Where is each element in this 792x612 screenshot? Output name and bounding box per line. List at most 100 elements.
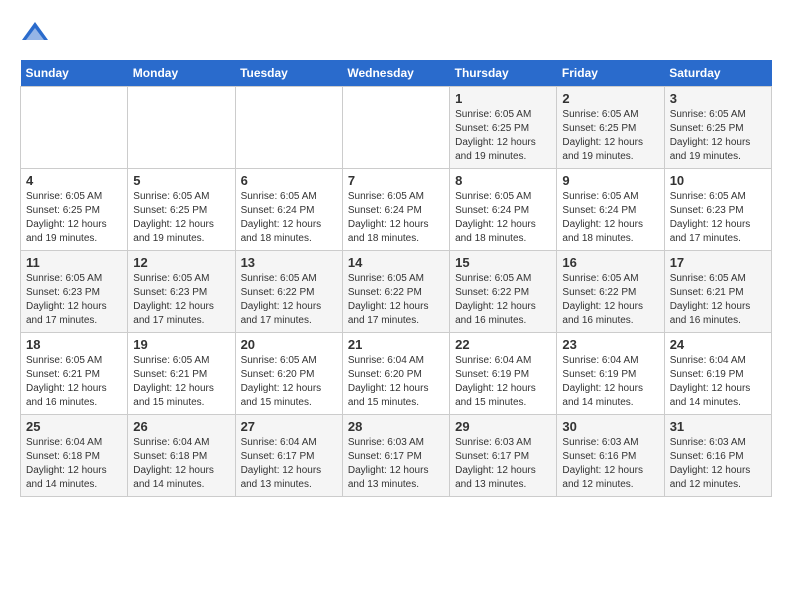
- day-number: 21: [348, 337, 444, 352]
- day-number: 19: [133, 337, 229, 352]
- calendar-week-3: 11 Sunrise: 6:05 AM Sunset: 6:23 PM Dayli…: [21, 251, 772, 333]
- day-info: Sunrise: 6:04 AM Sunset: 6:19 PM Dayligh…: [670, 354, 766, 410]
- day-of-week-sunday: Sunday: [21, 60, 128, 87]
- day-number: 6: [241, 173, 337, 188]
- calendar-cell: 22 Sunrise: 6:04 AM Sunset: 6:19 PM Dayli…: [450, 333, 557, 415]
- day-number: 20: [241, 337, 337, 352]
- calendar-cell: 3 Sunrise: 6:05 AM Sunset: 6:25 PM Daylig…: [664, 87, 771, 169]
- day-info: Sunrise: 6:05 AM Sunset: 6:25 PM Dayligh…: [670, 108, 766, 164]
- day-number: 9: [562, 173, 658, 188]
- day-info: Sunrise: 6:05 AM Sunset: 6:25 PM Dayligh…: [562, 108, 658, 164]
- day-info: Sunrise: 6:05 AM Sunset: 6:25 PM Dayligh…: [26, 190, 122, 246]
- day-info: Sunrise: 6:03 AM Sunset: 6:16 PM Dayligh…: [562, 436, 658, 492]
- calendar-cell: 21 Sunrise: 6:04 AM Sunset: 6:20 PM Dayli…: [342, 333, 449, 415]
- calendar-cell: 17Sunrise: 6:05 AM Sunset: 6:21 PM Dayli…: [664, 251, 771, 333]
- day-number: 30: [562, 419, 658, 434]
- day-number: 11: [26, 255, 122, 270]
- day-info: Sunrise: 6:04 AM Sunset: 6:17 PM Dayligh…: [241, 436, 337, 492]
- calendar-week-5: 25Sunrise: 6:04 AM Sunset: 6:18 PM Dayli…: [21, 415, 772, 497]
- calendar-cell: 13Sunrise: 6:05 AM Sunset: 6:22 PM Dayli…: [235, 251, 342, 333]
- day-number: 14: [348, 255, 444, 270]
- calendar-cell: 2Sunrise: 6:05 AM Sunset: 6:25 PM Daylig…: [557, 87, 664, 169]
- day-number: 12: [133, 255, 229, 270]
- day-of-week-friday: Friday: [557, 60, 664, 87]
- calendar-cell: 25Sunrise: 6:04 AM Sunset: 6:18 PM Dayli…: [21, 415, 128, 497]
- day-number: 27: [241, 419, 337, 434]
- calendar-week-4: 18 Sunrise: 6:05 AM Sunset: 6:21 PM Dayli…: [21, 333, 772, 415]
- day-number: 23: [562, 337, 658, 352]
- day-of-week-tuesday: Tuesday: [235, 60, 342, 87]
- day-number: 8: [455, 173, 551, 188]
- day-info: Sunrise: 6:04 AM Sunset: 6:20 PM Dayligh…: [348, 354, 444, 410]
- day-number: 5: [133, 173, 229, 188]
- calendar-cell: 27 Sunrise: 6:04 AM Sunset: 6:17 PM Dayli…: [235, 415, 342, 497]
- day-number: 22: [455, 337, 551, 352]
- day-info: Sunrise: 6:05 AM Sunset: 6:20 PM Dayligh…: [241, 354, 337, 410]
- day-of-week-thursday: Thursday: [450, 60, 557, 87]
- day-info: Sunrise: 6:05 AM Sunset: 6:23 PM Dayligh…: [26, 272, 122, 328]
- logo: [20, 20, 54, 44]
- day-of-week-saturday: Saturday: [664, 60, 771, 87]
- calendar-cell: 5 Sunrise: 6:05 AM Sunset: 6:25 PM Daylig…: [128, 169, 235, 251]
- day-info: Sunrise: 6:05 AM Sunset: 6:22 PM Dayligh…: [348, 272, 444, 328]
- day-number: 28: [348, 419, 444, 434]
- day-info: Sunrise: 6:05 AM Sunset: 6:24 PM Dayligh…: [562, 190, 658, 246]
- logo-icon: [20, 20, 50, 44]
- calendar-week-1: 1Sunrise: 6:05 AM Sunset: 6:25 PM Daylig…: [21, 87, 772, 169]
- calendar-cell: [21, 87, 128, 169]
- day-info: Sunrise: 6:03 AM Sunset: 6:17 PM Dayligh…: [348, 436, 444, 492]
- calendar-cell: 18 Sunrise: 6:05 AM Sunset: 6:21 PM Dayli…: [21, 333, 128, 415]
- calendar-body: 1Sunrise: 6:05 AM Sunset: 6:25 PM Daylig…: [21, 87, 772, 497]
- day-info: Sunrise: 6:05 AM Sunset: 6:23 PM Dayligh…: [670, 190, 766, 246]
- day-info: Sunrise: 6:03 AM Sunset: 6:17 PM Dayligh…: [455, 436, 551, 492]
- day-number: 3: [670, 91, 766, 106]
- day-info: Sunrise: 6:05 AM Sunset: 6:21 PM Dayligh…: [133, 354, 229, 410]
- calendar-cell: 15Sunrise: 6:05 AM Sunset: 6:22 PM Dayli…: [450, 251, 557, 333]
- day-info: Sunrise: 6:05 AM Sunset: 6:25 PM Dayligh…: [133, 190, 229, 246]
- calendar-cell: 7Sunrise: 6:05 AM Sunset: 6:24 PM Daylig…: [342, 169, 449, 251]
- calendar-cell: 11 Sunrise: 6:05 AM Sunset: 6:23 PM Dayli…: [21, 251, 128, 333]
- day-number: 15: [455, 255, 551, 270]
- calendar-cell: 6 Sunrise: 6:05 AM Sunset: 6:24 PM Daylig…: [235, 169, 342, 251]
- day-info: Sunrise: 6:05 AM Sunset: 6:22 PM Dayligh…: [562, 272, 658, 328]
- page-header: [20, 20, 772, 44]
- day-number: 4: [26, 173, 122, 188]
- day-info: Sunrise: 6:05 AM Sunset: 6:24 PM Dayligh…: [455, 190, 551, 246]
- day-number: 24: [670, 337, 766, 352]
- calendar-cell: 30 Sunrise: 6:03 AM Sunset: 6:16 PM Dayli…: [557, 415, 664, 497]
- calendar-cell: 23Sunrise: 6:04 AM Sunset: 6:19 PM Dayli…: [557, 333, 664, 415]
- day-of-week-monday: Monday: [128, 60, 235, 87]
- calendar-cell: 9 Sunrise: 6:05 AM Sunset: 6:24 PM Daylig…: [557, 169, 664, 251]
- calendar-cell: 26 Sunrise: 6:04 AM Sunset: 6:18 PM Dayli…: [128, 415, 235, 497]
- day-number: 10: [670, 173, 766, 188]
- calendar-cell: 19 Sunrise: 6:05 AM Sunset: 6:21 PM Dayli…: [128, 333, 235, 415]
- day-number: 16: [562, 255, 658, 270]
- day-number: 31: [670, 419, 766, 434]
- day-number: 7: [348, 173, 444, 188]
- day-info: Sunrise: 6:05 AM Sunset: 6:21 PM Dayligh…: [26, 354, 122, 410]
- calendar-cell: 4 Sunrise: 6:05 AM Sunset: 6:25 PM Daylig…: [21, 169, 128, 251]
- calendar-cell: 16 Sunrise: 6:05 AM Sunset: 6:22 PM Dayli…: [557, 251, 664, 333]
- calendar-cell: [342, 87, 449, 169]
- calendar-cell: 10 Sunrise: 6:05 AM Sunset: 6:23 PM Dayli…: [664, 169, 771, 251]
- day-number: 26: [133, 419, 229, 434]
- calendar-cell: [128, 87, 235, 169]
- day-info: Sunrise: 6:04 AM Sunset: 6:19 PM Dayligh…: [455, 354, 551, 410]
- calendar-cell: 24 Sunrise: 6:04 AM Sunset: 6:19 PM Dayli…: [664, 333, 771, 415]
- calendar-cell: 8 Sunrise: 6:05 AM Sunset: 6:24 PM Daylig…: [450, 169, 557, 251]
- calendar-cell: 14 Sunrise: 6:05 AM Sunset: 6:22 PM Dayli…: [342, 251, 449, 333]
- calendar-cell: 29Sunrise: 6:03 AM Sunset: 6:17 PM Dayli…: [450, 415, 557, 497]
- day-info: Sunrise: 6:03 AM Sunset: 6:16 PM Dayligh…: [670, 436, 766, 492]
- day-info: Sunrise: 6:05 AM Sunset: 6:24 PM Dayligh…: [241, 190, 337, 246]
- day-number: 18: [26, 337, 122, 352]
- calendar-header: SundayMondayTuesdayWednesdayThursdayFrid…: [21, 60, 772, 87]
- day-number: 17: [670, 255, 766, 270]
- day-info: Sunrise: 6:04 AM Sunset: 6:18 PM Dayligh…: [133, 436, 229, 492]
- calendar-week-2: 4 Sunrise: 6:05 AM Sunset: 6:25 PM Daylig…: [21, 169, 772, 251]
- calendar-cell: 12 Sunrise: 6:05 AM Sunset: 6:23 PM Dayli…: [128, 251, 235, 333]
- calendar-cell: 1Sunrise: 6:05 AM Sunset: 6:25 PM Daylig…: [450, 87, 557, 169]
- calendar-table: SundayMondayTuesdayWednesdayThursdayFrid…: [20, 60, 772, 497]
- calendar-cell: 20 Sunrise: 6:05 AM Sunset: 6:20 PM Dayli…: [235, 333, 342, 415]
- day-info: Sunrise: 6:05 AM Sunset: 6:23 PM Dayligh…: [133, 272, 229, 328]
- days-of-week-row: SundayMondayTuesdayWednesdayThursdayFrid…: [21, 60, 772, 87]
